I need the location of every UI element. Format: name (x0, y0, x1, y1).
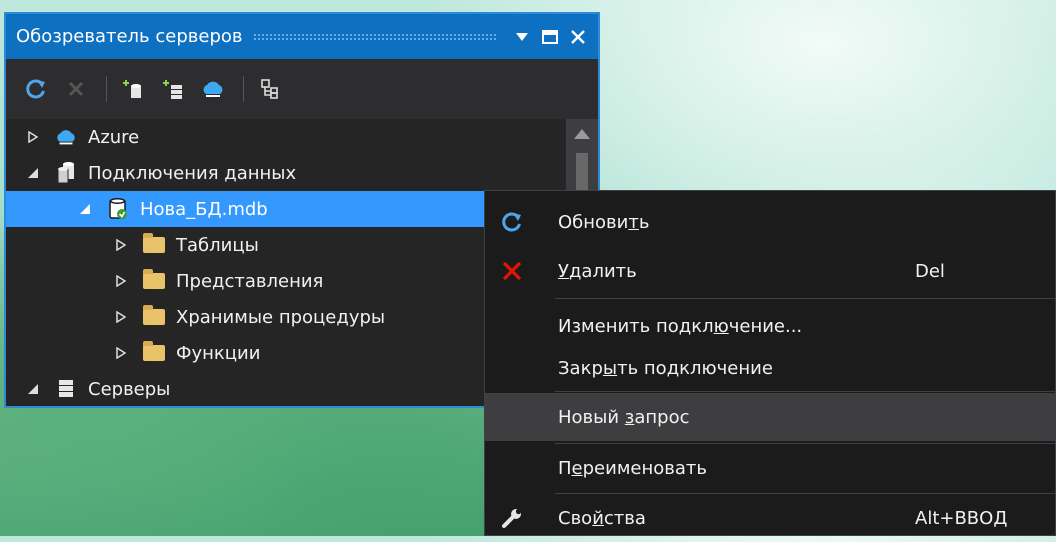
tree-item-label: Серверы (88, 378, 171, 400)
dropdown-icon[interactable] (508, 23, 536, 51)
collapse-arrow-icon[interactable] (26, 382, 40, 396)
tree-item-label: Представления (176, 270, 324, 292)
tree-item-label: Таблицы (176, 234, 259, 256)
menu-separator (555, 298, 1055, 299)
refresh-icon (497, 207, 527, 237)
menu-item-rename[interactable]: Переименовать (485, 444, 1055, 492)
close-icon[interactable] (564, 23, 592, 51)
menu-item-label: Новый запрос (558, 406, 690, 428)
menu-item-label: Изменить подключение... (558, 315, 803, 337)
panel-title: Обозреватель серверов (16, 26, 243, 47)
database-icon (106, 197, 130, 221)
tree-item-label: Функции (176, 342, 261, 364)
wrench-icon (497, 503, 527, 533)
maximize-icon[interactable] (536, 23, 564, 51)
servers-icon (54, 377, 78, 401)
menu-separator (555, 391, 1055, 392)
panel-toolbar (6, 59, 598, 119)
tree-item-label: Подключения данных (88, 162, 297, 184)
tree-item-data-connections[interactable]: Подключения данных (6, 155, 568, 191)
menu-item-label: Переименовать (558, 457, 707, 479)
folder-icon (142, 341, 166, 365)
folder-icon (142, 233, 166, 257)
expand-arrow-icon[interactable] (114, 310, 128, 324)
menu-item-delete[interactable]: Удалить Del (485, 247, 1055, 295)
menu-item-label: Обновить (558, 211, 650, 233)
azure-icon (54, 125, 78, 149)
tree-item-label: Нова_БД.mdb (140, 198, 268, 220)
folder-icon (142, 269, 166, 293)
toolbar-separator (106, 76, 107, 102)
stop-icon[interactable] (58, 71, 94, 107)
expand-arrow-icon[interactable] (114, 274, 128, 288)
folder-icon (142, 305, 166, 329)
azure-connect-icon[interactable] (195, 71, 231, 107)
titlebar-grip[interactable] (252, 32, 498, 41)
collapse-arrow-icon[interactable] (26, 166, 40, 180)
connect-database-icon[interactable] (115, 71, 151, 107)
menu-item-label: Удалить (558, 260, 637, 282)
delete-icon (497, 256, 527, 286)
tree-item-label: Azure (88, 126, 140, 148)
collapse-arrow-icon[interactable] (78, 202, 92, 216)
toolbar-separator (243, 76, 244, 102)
menu-item-close-connection[interactable]: Закрыть подключение (485, 344, 1055, 392)
menu-item-properties[interactable]: Свойства Alt+ВВОД (485, 494, 1055, 542)
scroll-up-icon[interactable] (574, 129, 590, 139)
menu-item-new-query[interactable]: Новый запрос (485, 393, 1055, 441)
menu-item-shortcut: Del (915, 260, 945, 282)
menu-item-label: Свойства (558, 507, 646, 529)
menu-item-edit-connection[interactable]: Изменить подключение... (485, 302, 1055, 350)
panel-titlebar[interactable]: Обозреватель серверов (6, 14, 598, 59)
connect-server-icon[interactable] (155, 71, 191, 107)
expand-arrow-icon[interactable] (114, 238, 128, 252)
hierarchy-icon[interactable] (252, 71, 288, 107)
context-menu: Обновить Удалить Del Изменить подключени… (484, 190, 1056, 536)
expand-arrow-icon[interactable] (114, 346, 128, 360)
data-connections-icon (54, 161, 78, 185)
menu-item-label: Закрыть подключение (558, 357, 773, 379)
menu-item-refresh[interactable]: Обновить (485, 198, 1055, 246)
tree-item-azure[interactable]: Azure (6, 119, 568, 155)
refresh-icon[interactable] (18, 71, 54, 107)
menu-item-shortcut: Alt+ВВОД (915, 507, 1008, 529)
tree-item-label: Хранимые процедуры (176, 306, 386, 328)
expand-arrow-icon[interactable] (26, 130, 40, 144)
